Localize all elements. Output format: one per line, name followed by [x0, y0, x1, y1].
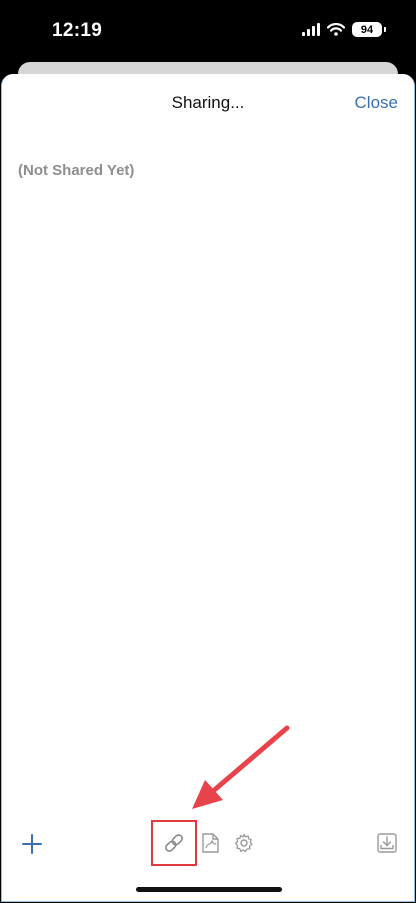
- status-bar: 12:19 94: [0, 0, 416, 64]
- status-time: 12:19: [52, 20, 103, 41]
- link-icon: [165, 834, 183, 852]
- close-button[interactable]: Close: [355, 93, 398, 113]
- wifi-icon: [327, 23, 345, 36]
- battery-indicator: 94: [352, 22, 386, 37]
- share-link-button[interactable]: [151, 820, 197, 866]
- pdf-export-icon: [202, 833, 219, 853]
- empty-state-text: (Not Shared Yet): [18, 162, 135, 179]
- export-button[interactable]: [375, 831, 399, 855]
- settings-button[interactable]: [231, 830, 257, 856]
- sharing-sheet: Sharing... Close (Not Shared Yet): [1, 74, 415, 902]
- home-indicator: [136, 887, 282, 892]
- sheet-title: Sharing...: [171, 93, 245, 112]
- plus-icon: [22, 834, 42, 854]
- download-tray-icon: [377, 833, 397, 853]
- cellular-signal-icon: [302, 23, 320, 36]
- pdf-export-button[interactable]: [198, 830, 224, 856]
- add-share-button[interactable]: [20, 832, 44, 856]
- status-icons: 94: [302, 22, 386, 37]
- gear-icon: [234, 833, 253, 853]
